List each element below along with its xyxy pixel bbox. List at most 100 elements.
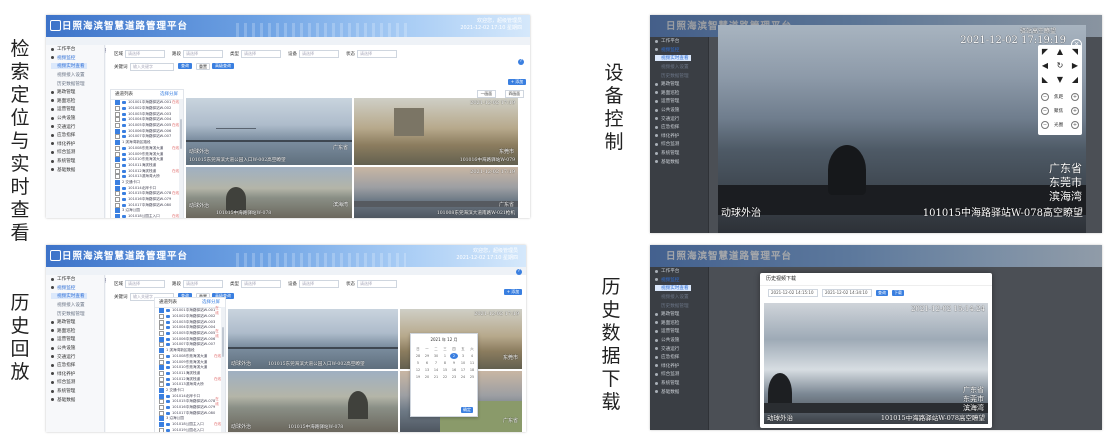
ptz-down-right-icon[interactable]: ◢ — [1070, 75, 1080, 85]
focus-in-icon[interactable]: + — [1071, 107, 1079, 115]
sidebar-subitem[interactable]: 视频实时查看 — [46, 62, 104, 71]
scroll-thumb[interactable] — [222, 327, 224, 357]
sidebar-item[interactable]: 工作平台 — [650, 267, 708, 276]
filter-select[interactable]: 请选择 — [357, 50, 397, 58]
checkbox[interactable] — [115, 214, 120, 218]
calendar-day[interactable]: 2 — [450, 353, 458, 359]
checkbox[interactable] — [115, 179, 120, 185]
sidebar-item[interactable]: 综合监测 — [46, 378, 104, 387]
filter-select[interactable]: 请选择 — [241, 50, 281, 58]
calendar-day[interactable]: 12 — [414, 367, 422, 373]
calendar-day[interactable]: 11 — [468, 360, 476, 366]
sidebar-item[interactable]: 交通运行 — [46, 122, 104, 131]
view-one-button[interactable]: 一画面 — [476, 90, 496, 98]
calendar-day[interactable]: 5 — [414, 360, 422, 366]
sidebar-item[interactable]: 交通运行 — [46, 352, 104, 361]
checkbox[interactable] — [159, 365, 164, 371]
checkbox[interactable] — [159, 359, 164, 365]
checkbox[interactable] — [115, 145, 120, 151]
sidebar-item[interactable]: 基础数据 — [46, 395, 104, 404]
sidebar-subitem[interactable]: 视频接入设置 — [650, 293, 708, 302]
sidebar-item[interactable]: 运营管理 — [46, 105, 104, 114]
checkbox[interactable] — [159, 410, 164, 416]
sidebar-item[interactable]: 系统管理 — [650, 149, 708, 158]
calendar-day[interactable]: 16 — [450, 367, 458, 373]
checkbox[interactable] — [115, 185, 120, 191]
checkbox[interactable] — [159, 353, 164, 359]
calendar-day[interactable]: 19 — [414, 374, 422, 380]
sidebar-subitem[interactable]: 视频接入设置 — [46, 301, 104, 310]
sidebar-item[interactable]: 绿化养护 — [650, 132, 708, 141]
filter-select[interactable]: 请选择 — [299, 280, 339, 288]
advanced-query-button[interactable]: 高级查询 — [212, 63, 234, 69]
filter-select[interactable]: 请选择 — [183, 280, 223, 288]
checkbox[interactable] — [159, 308, 164, 314]
calendar-confirm-button[interactable]: 确定 — [461, 407, 473, 413]
sidebar-item[interactable]: 视频监控 — [650, 46, 708, 55]
sidebar-item[interactable]: 应急指挥 — [650, 353, 708, 362]
checkbox[interactable] — [159, 331, 164, 337]
ptz-down-icon[interactable]: ▼ — [1055, 75, 1065, 85]
sidebar-item[interactable]: 基础数据 — [650, 157, 708, 166]
focus-out-icon[interactable]: − — [1041, 107, 1049, 115]
checkbox[interactable] — [115, 111, 120, 117]
checkbox[interactable] — [159, 422, 164, 428]
sidebar-item[interactable]: 基础数据 — [650, 387, 708, 396]
sidebar-item[interactable]: 绿化养护 — [46, 140, 104, 149]
sidebar-item[interactable]: 综合监测 — [650, 140, 708, 149]
calendar-day[interactable]: 18 — [468, 367, 476, 373]
checkbox[interactable] — [115, 157, 120, 163]
sidebar-item[interactable]: 基础数据 — [46, 165, 104, 174]
playback-cell-3[interactable]: 101015中海路驿站W-078 动球外治 — [228, 371, 398, 432]
checkbox[interactable] — [115, 202, 120, 208]
checkbox[interactable] — [159, 416, 164, 422]
sidebar-item[interactable]: 应急指挥 — [46, 131, 104, 140]
ptz-up-left-icon[interactable]: ◤ — [1040, 47, 1050, 57]
start-time-input[interactable]: 2021-12-02 14:15:10 — [768, 289, 818, 297]
sidebar-item[interactable]: 公共设施 — [46, 344, 104, 353]
checkbox[interactable] — [159, 382, 164, 388]
view-four-button[interactable]: 四画面 — [504, 90, 524, 98]
sidebar-item[interactable]: 路面巡检 — [46, 97, 104, 106]
sidebar-item[interactable]: 系统管理 — [46, 387, 104, 396]
iris-out-icon[interactable]: − — [1041, 121, 1049, 129]
checkbox[interactable] — [115, 100, 120, 106]
checkbox[interactable] — [115, 134, 120, 140]
tree-node[interactable]: 101018公园主入口 在线 — [111, 214, 183, 218]
sidebar-item[interactable]: 公共设施 — [650, 106, 708, 115]
video-cell-3[interactable]: 101015中海路驿站W-078 动球外治 滨海湾 — [186, 167, 352, 218]
tree-scrollbar[interactable] — [221, 307, 225, 432]
sidebar-item[interactable]: 综合监测 — [650, 370, 708, 379]
calendar-day[interactable]: 9 — [450, 360, 458, 366]
filter-select[interactable]: 请选择 — [241, 280, 281, 288]
download-query-button[interactable]: 查询 — [876, 290, 888, 296]
calendar-day[interactable]: 20 — [423, 374, 431, 380]
ptz-down-left-icon[interactable]: ◣ — [1040, 75, 1050, 85]
user-info[interactable]: 欢迎您，超级管理员 — [473, 248, 518, 254]
sidebar-item[interactable]: 工作平台 — [650, 37, 708, 46]
help-icon[interactable]: ? — [518, 59, 524, 65]
sidebar-item[interactable]: 路政管理 — [650, 80, 708, 89]
help-icon[interactable]: ? — [516, 269, 522, 275]
query-button[interactable]: 查询 — [178, 63, 192, 69]
calendar-day[interactable]: 10 — [459, 360, 467, 366]
split-select[interactable]: 选择分屏 — [160, 90, 178, 99]
calendar-day[interactable]: 30 — [432, 353, 440, 359]
checkbox[interactable] — [159, 393, 164, 399]
checkbox[interactable] — [115, 117, 120, 123]
filter-select[interactable]: 请选择 — [125, 280, 165, 288]
checkbox[interactable] — [159, 376, 164, 382]
ptz-up-right-icon[interactable]: ◥ — [1070, 47, 1080, 57]
checkbox[interactable] — [115, 123, 120, 129]
sidebar-item[interactable]: 视频监控 — [650, 276, 708, 285]
sidebar-item[interactable]: 系统管理 — [650, 379, 708, 388]
sidebar-item[interactable]: 交通运行 — [650, 114, 708, 123]
checkbox[interactable] — [159, 405, 164, 411]
scroll-thumb[interactable] — [180, 119, 182, 149]
sidebar-item[interactable]: 路面巡检 — [650, 319, 708, 328]
filter-select[interactable]: 请选择 — [357, 280, 397, 288]
sidebar-item[interactable]: 交通运行 — [650, 344, 708, 353]
iris-in-icon[interactable]: + — [1071, 121, 1079, 129]
sidebar-subitem[interactable]: 历史数据管理 — [46, 79, 104, 88]
checkbox[interactable] — [115, 106, 120, 112]
